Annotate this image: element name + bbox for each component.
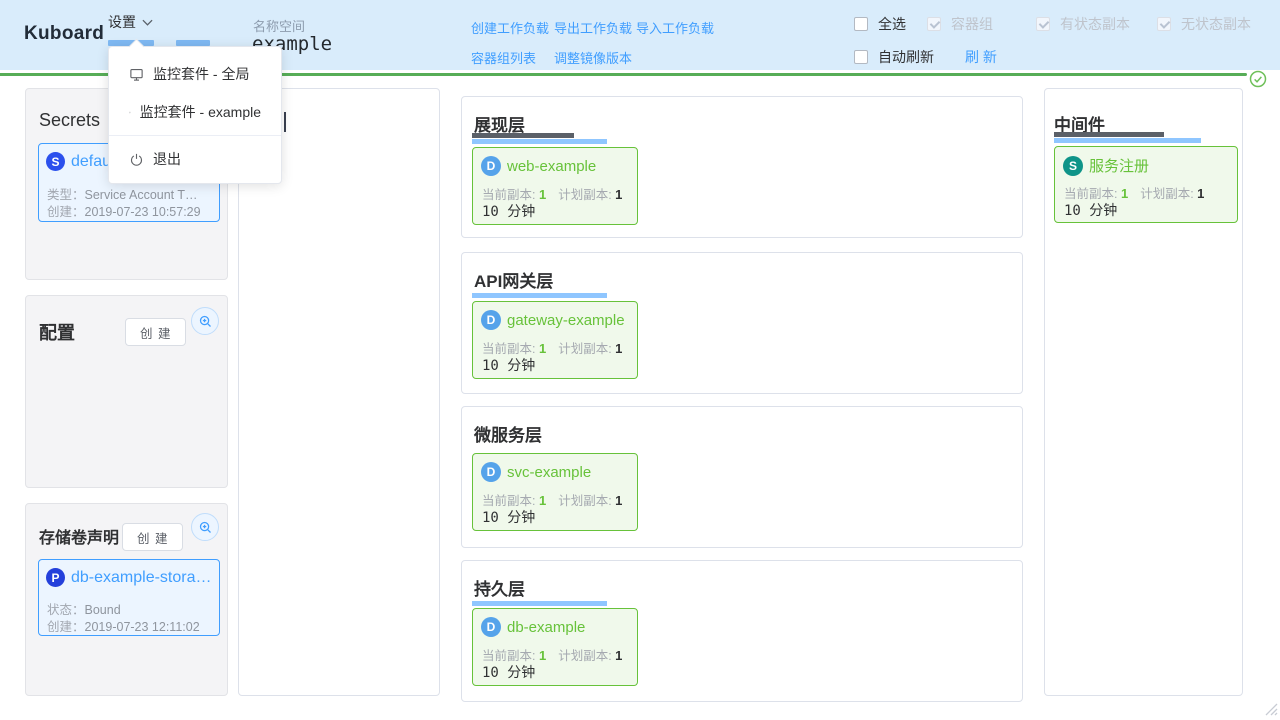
layer-panel-microservice: 微服务层 D svc-example 当前副本: 1计划副本: 1 10 分钟	[461, 406, 1023, 548]
layer-panel-gateway: API网关层 D gateway-example 当前副本: 1计划副本: 1 …	[461, 252, 1023, 394]
refresh-link[interactable]: 刷 新	[965, 47, 997, 67]
zoom-in-button[interactable]	[191, 307, 219, 335]
import-workload-link[interactable]: 导入工作负载	[636, 18, 714, 37]
workload-card-gateway-example[interactable]: D gateway-example 当前副本: 1计划副本: 1 10 分钟	[472, 301, 638, 379]
deployment-badge-icon: D	[481, 462, 501, 482]
workload-name: web-example	[507, 158, 596, 175]
app-logo[interactable]: Kuboard	[24, 23, 104, 45]
pods-label: 容器组	[951, 14, 993, 34]
workload-card-web-example[interactable]: D web-example 当前副本: 1计划副本: 1 10 分钟	[472, 147, 638, 225]
workload-age: 10 分钟	[482, 507, 535, 527]
menu-divider	[109, 135, 281, 136]
workload-age: 10 分钟	[482, 201, 535, 221]
menu-item-monitor-global[interactable]: 监控套件 - 全局	[109, 55, 281, 93]
select-all-checkbox-group: 全选	[854, 14, 906, 34]
resize-grip-handle[interactable]	[1262, 700, 1278, 716]
statefulset-checkbox	[1036, 17, 1050, 31]
pvc-badge-icon: P	[46, 568, 65, 587]
create-configmap-button[interactable]: 创 建	[125, 318, 186, 346]
secret-badge-icon: S	[46, 152, 65, 171]
usage-bar-blue	[472, 601, 607, 606]
magnifier-plus-icon	[198, 314, 213, 329]
pods-checkbox	[927, 17, 941, 31]
monitor-icon	[129, 105, 131, 120]
settings-dropdown-menu: 监控套件 - 全局 监控套件 - example 退出	[108, 46, 282, 184]
pvc-panel-title: 存储卷声明	[39, 524, 119, 548]
secret-name[interactable]: defau	[71, 153, 111, 171]
chevron-down-icon	[142, 19, 153, 26]
clipped-panel-title	[284, 112, 286, 132]
workload-card-db-example[interactable]: D db-example 当前副本: 1计划副本: 1 10 分钟	[472, 608, 638, 686]
workload-card-service-registry[interactable]: S 服务注册 当前副本: 1计划副本: 1 10 分钟	[1054, 146, 1238, 223]
settings-menu-trigger[interactable]: 设置	[108, 12, 153, 32]
power-icon	[129, 152, 144, 167]
menu-item-monitor-example[interactable]: 监控套件 - example	[109, 93, 281, 131]
layer-panel-presentation: 展现层 D web-example 当前副本: 1计划副本: 1 10 分钟	[461, 96, 1023, 238]
middleware-panel: 中间件 S 服务注册 当前副本: 1计划副本: 1 10 分钟	[1044, 88, 1243, 696]
create-workload-link[interactable]: 创建工作负载	[471, 18, 549, 37]
statefulset-label: 有状态副本	[1060, 14, 1130, 34]
auto-refresh-checkbox-group: 自动刷新	[854, 47, 934, 67]
workload-age: 10 分钟	[482, 662, 535, 682]
workload-name: svc-example	[507, 464, 591, 481]
workload-card-svc-example[interactable]: D svc-example 当前副本: 1计划副本: 1 10 分钟	[472, 453, 638, 531]
workload-name: gateway-example	[507, 312, 625, 329]
auto-refresh-label: 自动刷新	[878, 47, 934, 67]
pvc-panel: 存储卷声明 创 建 P db-example-stora… 状态：Bound 创…	[25, 503, 228, 696]
pvc-card[interactable]: P db-example-stora… 状态：Bound 创建：2019-07-…	[38, 559, 220, 636]
kuboard-namespace-screen: Kuboard 设置 名称空间 example 创建工作负载 导出工作负载 导入…	[0, 0, 1280, 720]
pvc-name[interactable]: db-example-stora…	[71, 569, 212, 587]
layer-panel-persistence: 持久层 D db-example 当前副本: 1计划副本: 1 10 分钟	[461, 560, 1023, 702]
select-all-checkbox[interactable]	[854, 17, 868, 31]
workload-name: db-example	[507, 619, 585, 636]
select-all-label: 全选	[878, 14, 906, 34]
pod-list-link[interactable]: 容器组列表	[471, 48, 536, 67]
usage-bar-blue	[1054, 138, 1201, 143]
secret-created-row: 创建：2019-07-23 10:57:29	[47, 201, 201, 220]
auto-refresh-checkbox[interactable]	[854, 50, 868, 64]
pvc-created-row: 创建：2019-07-23 12:11:02	[47, 616, 200, 635]
create-pvc-button[interactable]: 创 建	[122, 523, 183, 551]
usage-bar-dark	[472, 133, 574, 138]
workload-age: 10 分钟	[1064, 200, 1117, 220]
filter-deployment-checkbox-group: 无状态副本	[1157, 14, 1251, 34]
layer-title: 持久层	[474, 575, 525, 600]
configmap-panel-title: 配置	[39, 319, 75, 345]
statefulset-badge-icon: S	[1063, 156, 1083, 176]
settings-label: 设置	[108, 12, 136, 32]
deployment-badge-icon: D	[481, 617, 501, 637]
check-circle-icon	[1249, 70, 1267, 88]
deployment-badge-icon: D	[481, 310, 501, 330]
adjust-image-version-link[interactable]: 调整镜像版本	[554, 48, 632, 67]
secrets-panel-title: Secrets	[39, 110, 100, 131]
workload-name: 服务注册	[1089, 155, 1149, 176]
usage-bar-blue	[472, 293, 607, 298]
workload-age: 10 分钟	[482, 355, 535, 375]
deployment-label: 无状态副本	[1181, 14, 1251, 34]
magnifier-plus-icon	[198, 520, 213, 535]
monitor-icon	[129, 67, 144, 82]
configmap-panel: 配置 创 建	[25, 295, 228, 488]
deployment-checkbox	[1157, 17, 1171, 31]
export-workload-link[interactable]: 导出工作负载	[554, 18, 632, 37]
deployment-badge-icon: D	[481, 156, 501, 176]
usage-bar-dark	[1054, 132, 1164, 137]
menu-item-logout[interactable]: 退出	[109, 140, 281, 178]
layer-title: API网关层	[474, 267, 553, 292]
usage-bar-blue	[472, 139, 607, 144]
filter-pods-checkbox-group: 容器组	[927, 14, 993, 34]
zoom-in-button[interactable]	[191, 513, 219, 541]
filter-statefulset-checkbox-group: 有状态副本	[1036, 14, 1130, 34]
layer-title: 微服务层	[474, 421, 542, 446]
